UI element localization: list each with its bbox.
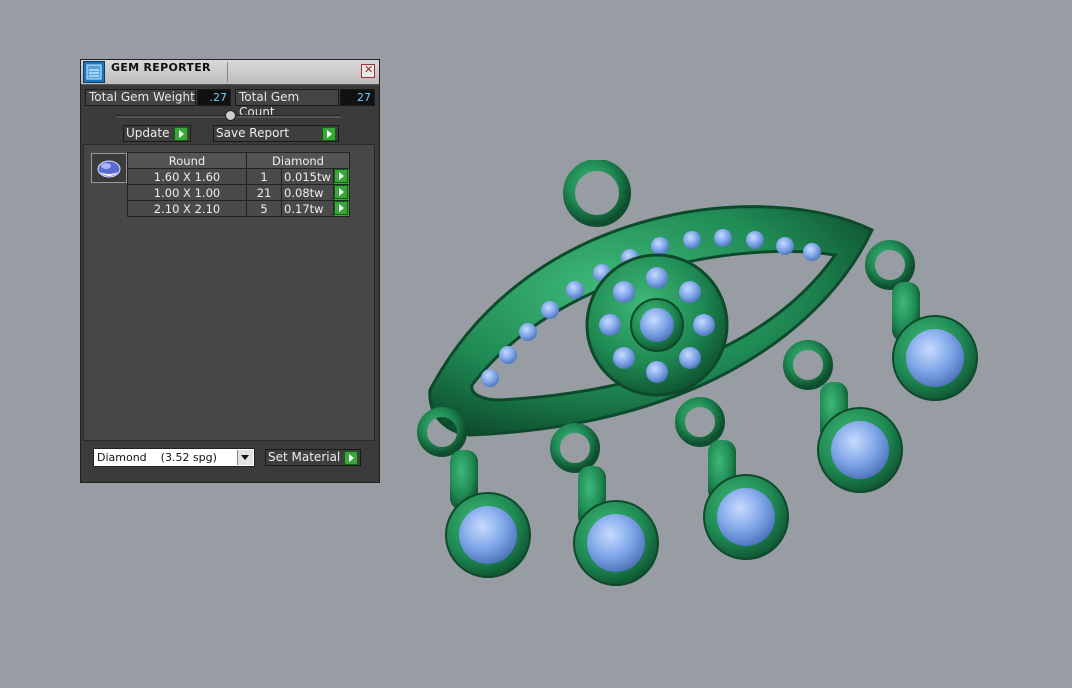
total-gem-count-value: 27 [340,89,375,106]
window-title: GEM REPORTER [111,61,211,74]
gem-count: 5 [245,200,283,217]
material-select[interactable]: Diamond (3.52 spg) [93,448,255,467]
gem-size: 1.00 X 1.00 [127,184,247,201]
update-button[interactable]: Update [123,125,191,142]
gem-weight: 0.08tw [281,184,334,201]
play-arrow-icon [333,185,348,199]
gem-count: 21 [245,184,283,201]
slider-handle[interactable] [225,110,236,121]
header-material: Diamond [246,152,350,169]
dangle-2 [550,423,659,586]
table-row[interactable]: 1.00 X 1.00 21 0.08tw [127,184,351,201]
gem-table-header: Round Diamond [127,152,350,169]
table-row[interactable]: 1.60 X 1.60 1 0.015tw [127,168,351,185]
gem-count: 1 [245,168,283,185]
center-gem [640,308,674,342]
save-report-label: Save Report [216,126,290,140]
header-shape: Round [127,152,247,169]
play-arrow-icon [322,127,336,141]
total-gem-count-label: Total Gem Count [235,89,339,119]
row-select-button[interactable] [332,200,351,217]
gem-reporter-panel: GEM REPORTER ✕ Total Gem Weight .27 Tota… [80,59,380,483]
play-arrow-icon [344,451,358,465]
gem-size: 2.10 X 2.10 [127,200,247,217]
gem-weight: 0.015tw [281,168,334,185]
dangle-3 [675,397,789,560]
total-gem-weight-label: Total Gem Weight [85,89,196,106]
play-arrow-icon [174,127,188,141]
play-arrow-icon [333,201,348,215]
material-selected-value: Diamond (3.52 spg) [97,451,217,464]
dangle-1 [417,407,531,578]
pendant-model[interactable] [410,159,990,600]
row-select-button[interactable] [332,168,351,185]
set-material-label: Set Material [268,450,341,464]
gem-weight: 0.17tw [281,200,334,217]
3d-viewport[interactable] [410,159,990,604]
set-material-button[interactable]: Set Material [265,449,361,466]
save-report-button[interactable]: Save Report [213,125,339,142]
gem-size: 1.60 X 1.60 [127,168,247,185]
dangle-5 [865,240,978,401]
title-bar[interactable]: GEM REPORTER ✕ [81,60,379,85]
row-select-button[interactable] [332,184,351,201]
play-arrow-icon [333,169,348,183]
round-gem-icon[interactable] [91,153,127,183]
dangle-4 [783,340,903,493]
gem-list-area: Round Diamond 1.60 X 1.60 1 0.015tw 1.00… [83,144,375,441]
dropdown-arrow-icon[interactable] [237,450,253,465]
title-divider [227,62,228,82]
close-button[interactable]: ✕ [361,63,375,78]
table-row[interactable]: 2.10 X 2.10 5 0.17tw [127,200,351,217]
top-bail-ring [563,159,631,227]
total-gem-weight-value: .27 [197,89,231,106]
gem-table: Round Diamond 1.60 X 1.60 1 0.015tw 1.00… [127,152,351,217]
close-icon: ✕ [364,63,374,76]
update-label: Update [126,126,170,140]
gem-reporter-app-icon [83,61,105,83]
